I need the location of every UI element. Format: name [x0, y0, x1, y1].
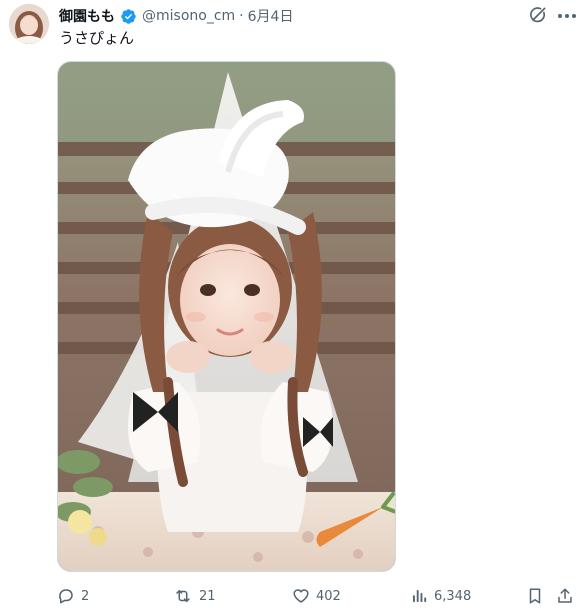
repost-count: 21: [199, 588, 216, 604]
grok-icon[interactable]: [528, 5, 548, 25]
action-bar: 2 21 402 6,348: [0, 584, 587, 608]
reply-count: 2: [81, 588, 90, 604]
tweet: 御園もも @misono_cm · 6月4日 うさぴょん 2 21 402 6,…: [0, 0, 587, 614]
views-button[interactable]: 6,348: [410, 584, 471, 608]
post-date[interactable]: 6月4日: [248, 6, 294, 26]
views-count: 6,348: [434, 588, 472, 604]
reply-icon: [57, 587, 75, 605]
verified-badge-icon: [120, 8, 137, 25]
repost-icon: [173, 587, 193, 605]
avatar[interactable]: [9, 4, 49, 44]
display-name[interactable]: 御園もも: [59, 6, 115, 26]
post-photo[interactable]: [57, 61, 396, 572]
like-button[interactable]: 402: [292, 584, 341, 608]
reply-button[interactable]: 2: [57, 584, 89, 608]
header-separator: ·: [239, 8, 244, 24]
bookmark-icon: [526, 587, 544, 605]
like-count: 402: [316, 588, 341, 604]
views-icon: [410, 587, 428, 605]
bookmark-button[interactable]: [526, 584, 544, 608]
share-icon: [556, 587, 574, 605]
heart-icon: [292, 587, 310, 605]
repost-button[interactable]: 21: [173, 584, 216, 608]
post-text: うさぴょん: [59, 29, 135, 47]
share-button[interactable]: [556, 584, 574, 608]
post-header: 御園もも @misono_cm · 6月4日: [59, 6, 293, 26]
more-icon[interactable]: [556, 6, 578, 26]
user-handle[interactable]: @misono_cm: [142, 8, 235, 24]
